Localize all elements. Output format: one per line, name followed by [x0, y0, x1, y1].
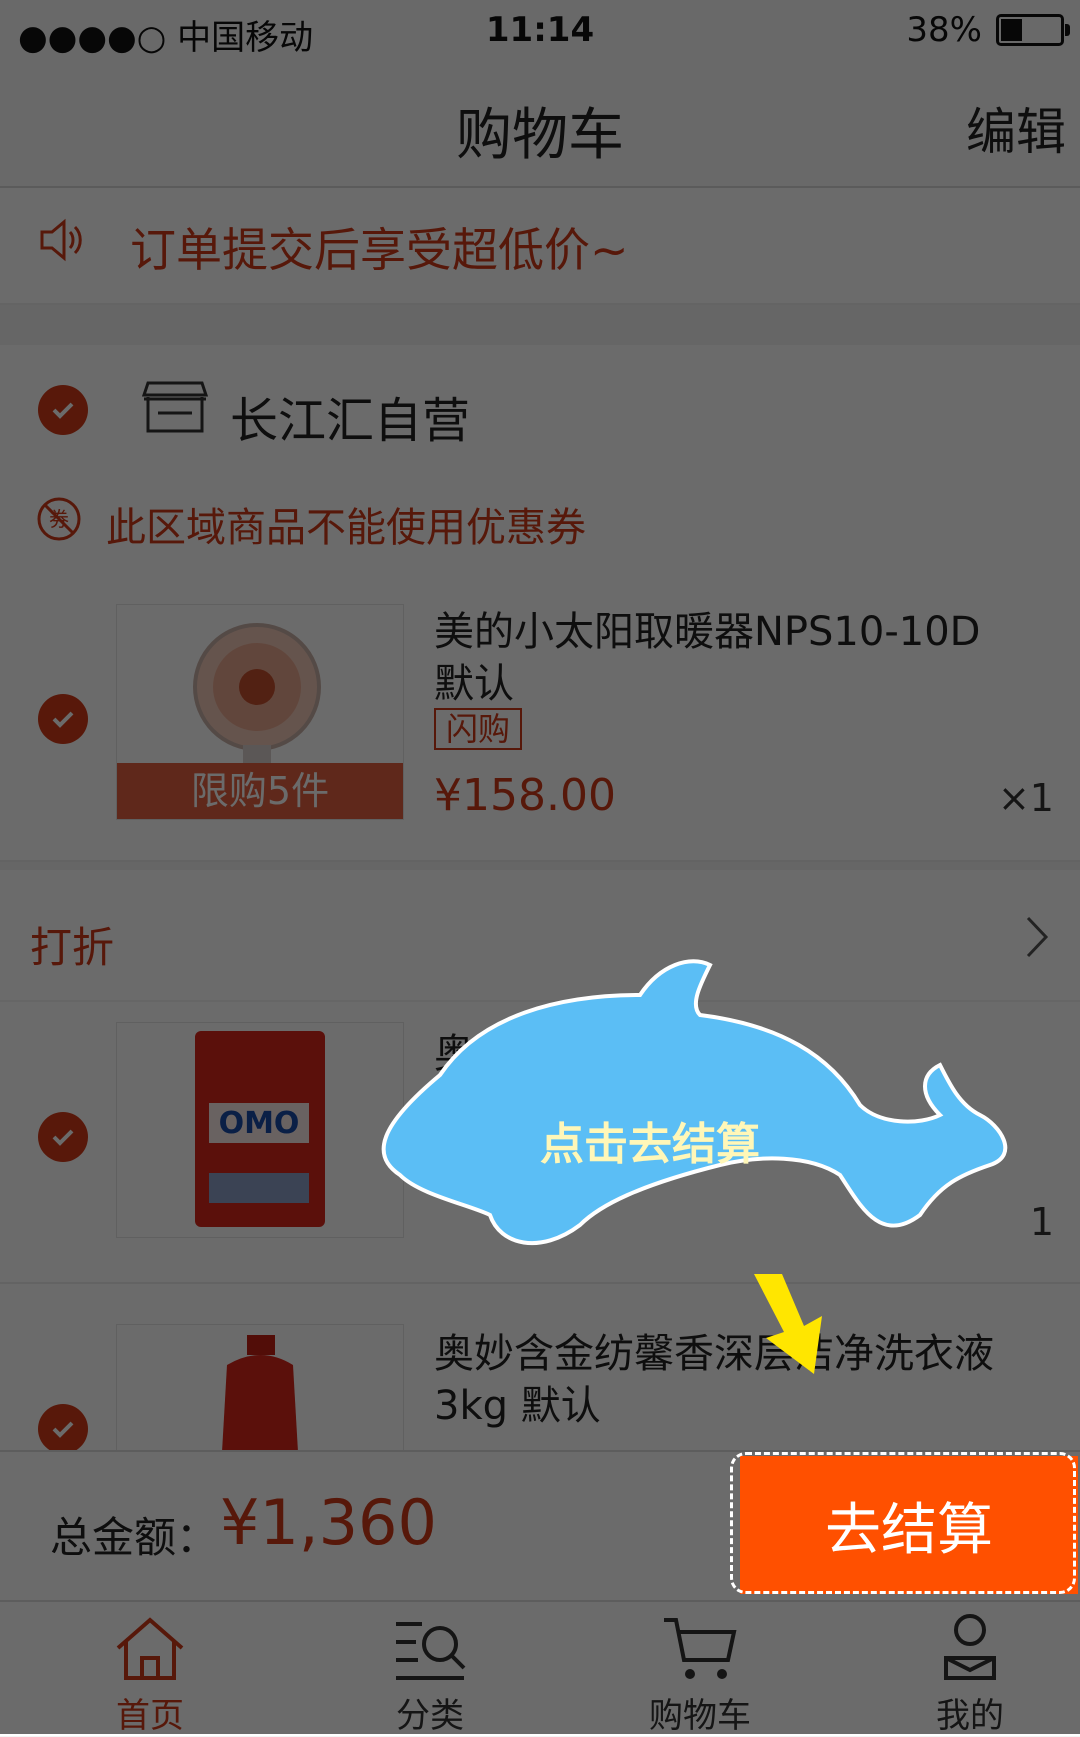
no-coupon-icon: 券	[37, 497, 81, 541]
battery-icon	[996, 14, 1070, 46]
section-label: 打折	[30, 923, 115, 972]
omo-liquid-image	[222, 1335, 298, 1450]
status-bar: ●●●●○ 中国移动 11:14 38%	[0, 0, 1080, 62]
tab-label: 我的	[936, 1696, 1004, 1736]
product-qty: ×1	[997, 776, 1054, 820]
total-amount: ¥1,360	[220, 1486, 437, 1559]
tab-home[interactable]: 首页	[15, 1602, 285, 1736]
limit-badge: 限购5件	[117, 763, 403, 819]
store-header: 长江汇自营	[0, 345, 1080, 472]
product-spec: 默认	[434, 661, 514, 707]
total-label: 总金额：	[50, 1513, 219, 1562]
page-title: 购物车	[456, 103, 624, 168]
product-image[interactable]: OMO	[116, 1022, 404, 1238]
check-icon	[52, 1421, 74, 1438]
tab-bar: 首页 分类 购物车 我的	[0, 1600, 1080, 1736]
tab-label: 购物车	[649, 1696, 751, 1736]
item-checkbox[interactable]	[38, 1404, 88, 1450]
svg-text:券: 券	[49, 507, 69, 531]
coupon-notice: 券 此区域商品不能使用优惠券	[0, 470, 1080, 570]
coupon-notice-text: 此区域商品不能使用优惠券	[106, 505, 586, 551]
battery-text: 38%	[906, 10, 982, 50]
check-icon	[52, 1129, 74, 1146]
notice-text: 订单提交后享受超低价~	[130, 223, 629, 277]
item-checkbox[interactable]	[38, 1112, 88, 1162]
store-icon	[142, 381, 208, 433]
store-name[interactable]: 长江汇自营	[230, 381, 470, 451]
checkout-highlight	[730, 1452, 1076, 1594]
cart-item: 限购5件 美的小太阳取暖器NPS10-10D 默认 闪购 ¥158.00 ×1	[0, 570, 1080, 862]
home-icon	[116, 1617, 184, 1680]
tab-profile[interactable]: 我的	[835, 1602, 1080, 1736]
svg-text:OMO: OMO	[219, 1106, 300, 1141]
product-image[interactable]	[116, 1324, 404, 1450]
product-name[interactable]: 美的小太阳取暖器NPS10-10D	[434, 606, 1034, 658]
tab-category[interactable]: 分类	[295, 1602, 565, 1736]
cart-icon	[664, 1618, 737, 1679]
arrow-down-icon	[754, 1274, 822, 1374]
check-icon	[52, 402, 74, 419]
speaker-icon	[40, 218, 82, 262]
flash-sale-tag: 闪购	[434, 708, 523, 750]
item-checkbox[interactable]	[38, 694, 88, 744]
product-spec: 3kg 默认	[434, 1383, 601, 1429]
edit-button[interactable]: 编辑	[966, 92, 1066, 164]
nav-bar: 购物车 编辑	[0, 62, 1080, 188]
tab-label: 分类	[396, 1696, 464, 1736]
store-checkbox[interactable]	[38, 385, 88, 435]
product-image[interactable]: 限购5件	[116, 604, 404, 820]
category-icon	[396, 1622, 466, 1680]
user-icon	[944, 1614, 996, 1680]
guide-text: 点击去结算	[540, 1119, 760, 1170]
tab-label: 首页	[116, 1696, 184, 1736]
product-price: ¥158.00	[434, 770, 616, 821]
tab-cart[interactable]: 购物车	[565, 1602, 835, 1736]
check-icon	[52, 711, 74, 728]
omo-powder-image: OMO	[195, 1031, 325, 1227]
status-right: 38%	[906, 10, 1070, 50]
notice-banner: 订单提交后享受超低价~	[0, 188, 1080, 305]
chevron-right-icon	[1026, 916, 1049, 958]
